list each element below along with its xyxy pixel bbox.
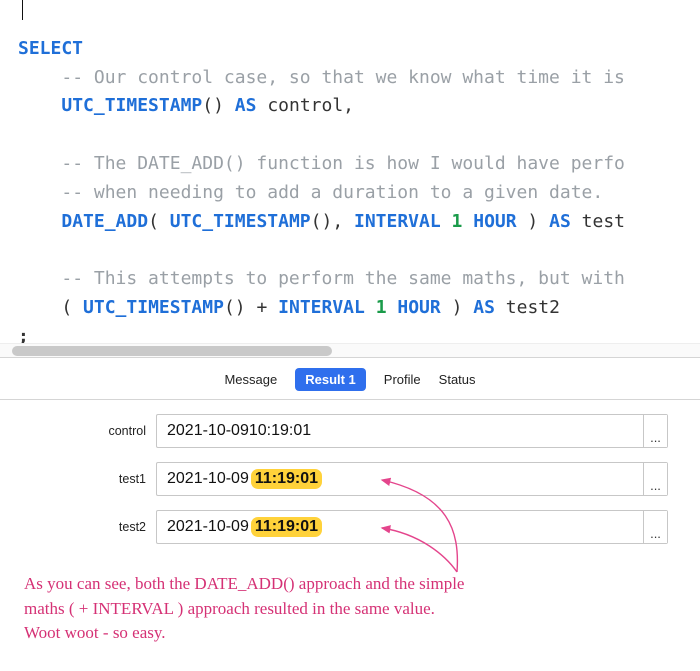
keyword-hour: HOUR <box>473 211 516 232</box>
row-date-test2: 2021-10-09 <box>167 518 249 536</box>
keyword-as: AS <box>235 95 257 116</box>
row-value-test2: 2021-10-09 11:19:01 <box>157 511 643 543</box>
row-date-control: 2021-10-09 <box>167 422 249 440</box>
result-row-test1: test1 2021-10-09 11:19:01 ... <box>32 462 668 496</box>
scrollbar-thumb[interactable] <box>12 346 332 356</box>
tab-result-1[interactable]: Result 1 <box>295 368 366 391</box>
fn-utc-timestamp-3: UTC_TIMESTAMP <box>83 297 224 318</box>
parens-2: () <box>224 297 246 318</box>
row-time-test1-highlight: 11:19:01 <box>251 469 322 489</box>
alias-test2: test2 <box>506 297 560 318</box>
row-field-control[interactable]: 2021-10-09 10:19:01 ... <box>156 414 668 448</box>
result-row-test2: test2 2021-10-09 11:19:01 ... <box>32 510 668 544</box>
row-value-test1: 2021-10-09 11:19:01 <box>157 463 643 495</box>
tab-profile[interactable]: Profile <box>384 372 421 387</box>
handwritten-annotation: As you can see, both the DATE_ADD() appr… <box>0 566 700 656</box>
horizontal-scrollbar[interactable] <box>0 343 700 357</box>
row-time-control: 10:19:01 <box>249 422 311 440</box>
comment-dateadd-1: -- The DATE_ADD() function is how I woul… <box>61 153 625 174</box>
annotation-line-3: Woot woot - so easy. <box>24 621 676 646</box>
tab-message[interactable]: Message <box>224 372 277 387</box>
results-tabs: Message Result 1 Profile Status <box>0 358 700 400</box>
alias-test1: test <box>582 211 625 232</box>
open-paren: ( <box>148 211 170 232</box>
row-label-test2: test2 <box>32 520 156 534</box>
row-time-test2-highlight: 11:19:01 <box>251 517 322 537</box>
lparen-2: ( <box>61 297 83 318</box>
semicolon: ; <box>18 326 29 343</box>
keyword-select: SELECT <box>18 38 83 59</box>
row-more-test2[interactable]: ... <box>643 511 667 543</box>
literal-one-2: 1 <box>376 297 387 318</box>
row-field-test2[interactable]: 2021-10-09 11:19:01 ... <box>156 510 668 544</box>
keyword-as-3: AS <box>473 297 495 318</box>
result-row-control: control 2021-10-09 10:19:01 ... <box>32 414 668 448</box>
fn-utc-timestamp-2: UTC_TIMESTAMP <box>170 211 311 232</box>
annotation-line-2: maths ( + INTERVAL ) approach resulted i… <box>24 597 676 622</box>
row-field-test1[interactable]: 2021-10-09 11:19:01 ... <box>156 462 668 496</box>
comment-dateadd-2: -- when needing to add a duration to a g… <box>61 182 603 203</box>
literal-one: 1 <box>452 211 463 232</box>
alias-control: control, <box>267 95 354 116</box>
annotation-line-1: As you can see, both the DATE_ADD() appr… <box>24 572 676 597</box>
row-more-test1[interactable]: ... <box>643 463 667 495</box>
parens: () <box>202 95 224 116</box>
mid: (), <box>311 211 354 232</box>
row-date-test1: 2021-10-09 <box>167 470 249 488</box>
plus: + <box>246 297 279 318</box>
keyword-hour-2: HOUR <box>397 297 440 318</box>
fn-utc-timestamp: UTC_TIMESTAMP <box>61 95 202 116</box>
fn-date-add: DATE_ADD <box>61 211 148 232</box>
tab-status[interactable]: Status <box>439 372 476 387</box>
keyword-interval: INTERVAL <box>354 211 441 232</box>
keyword-as-2: AS <box>549 211 571 232</box>
row-label-test1: test1 <box>32 472 156 486</box>
row-value-control: 2021-10-09 10:19:01 <box>157 415 643 447</box>
close-paren: ) <box>517 211 539 232</box>
rparen-2: ) <box>441 297 474 318</box>
row-more-control[interactable]: ... <box>643 415 667 447</box>
text-cursor <box>22 0 23 20</box>
sql-editor[interactable]: SELECT -- Our control case, so that we k… <box>0 0 700 343</box>
keyword-interval-2: INTERVAL <box>278 297 365 318</box>
comment-test2: -- This attempts to perform the same mat… <box>61 268 625 289</box>
comment-control: -- Our control case, so that we know wha… <box>61 67 625 88</box>
row-label-control: control <box>32 424 156 438</box>
results-panel: control 2021-10-09 10:19:01 ... test1 20… <box>0 400 700 566</box>
